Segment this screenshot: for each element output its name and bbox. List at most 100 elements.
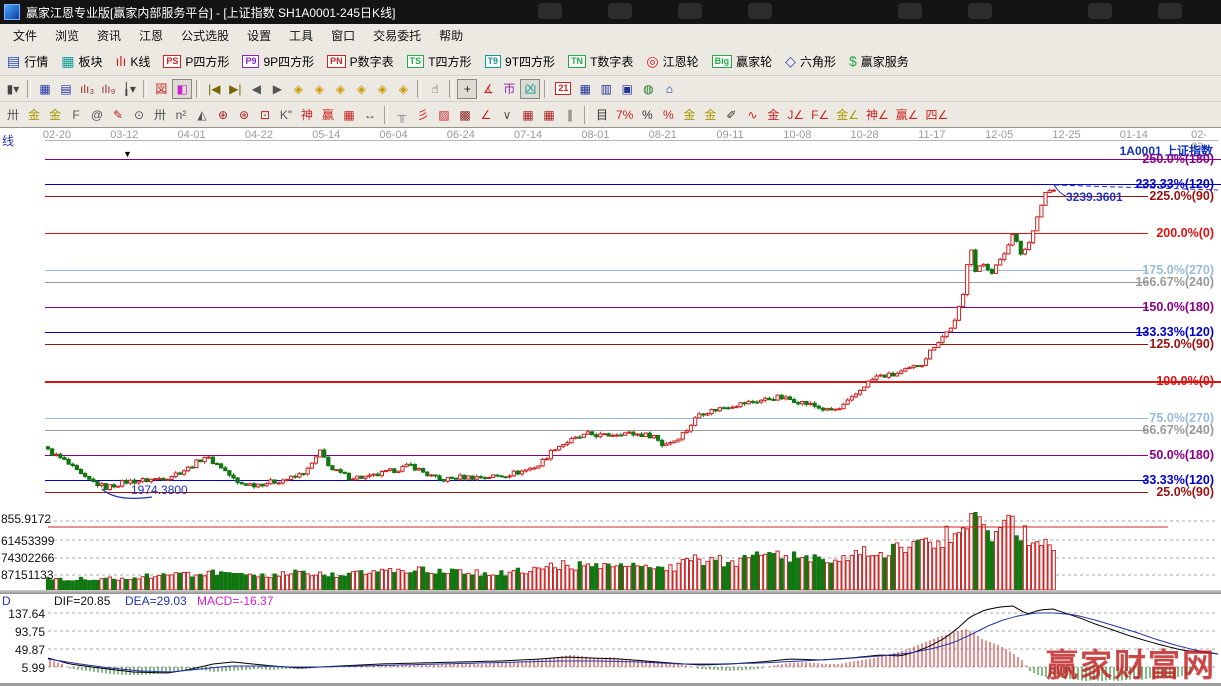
ray-fan-button[interactable]: 彡: [413, 105, 433, 125]
winner-service-button[interactable]: $赢家服务: [845, 51, 916, 72]
pc-sync-button[interactable]: ⌂: [659, 79, 679, 99]
dark-grid-button[interactable]: ▩: [455, 105, 475, 125]
menu-item[interactable]: 浏览: [46, 24, 88, 47]
web-sync-button[interactable]: ◍: [638, 79, 658, 99]
restore-view-button[interactable]: ◈: [393, 79, 413, 99]
ruler-123-button[interactable]: ▦: [339, 105, 359, 125]
percent-7-button[interactable]: 7%: [613, 105, 636, 125]
quotes-button[interactable]: ▤行情: [3, 51, 55, 72]
single-candle-button[interactable]: ╽▾: [119, 79, 139, 99]
menu-item[interactable]: 窗口: [322, 24, 364, 47]
ruler-button[interactable]: 卅: [3, 105, 23, 125]
parallel-lines-button[interactable]: ∥: [560, 105, 580, 125]
j-angle-button[interactable]: J∠: [784, 105, 807, 125]
ink-pen-button[interactable]: ✐: [721, 105, 741, 125]
winner-wheel-button[interactable]: Big赢家轮: [708, 51, 780, 72]
nine-t-square-button[interactable]: T99T四方形: [481, 51, 563, 72]
shen-ruler-button[interactable]: 神: [297, 105, 317, 125]
ying-ruler-button[interactable]: 赢: [318, 105, 338, 125]
t-square-button[interactable]: TST四方形: [403, 51, 479, 72]
span-arrow-button[interactable]: ↔: [360, 105, 380, 125]
shift-left-button[interactable]: ◈: [288, 79, 308, 99]
menu-item[interactable]: 公式选股: [172, 24, 238, 47]
p-square-button[interactable]: PSP四方形: [159, 51, 236, 72]
t-number-table-button[interactable]: TNT数字表: [564, 51, 640, 72]
expand-horizontal-button[interactable]: ◈: [330, 79, 350, 99]
menu-item[interactable]: 资讯: [88, 24, 130, 47]
angle-line-button[interactable]: ∠: [476, 105, 496, 125]
grid-box-2-button[interactable]: ▦: [539, 105, 559, 125]
quote-table-button[interactable]: ▤: [56, 79, 76, 99]
spiral-icon: @: [91, 108, 103, 122]
sectors-button[interactable]: ▦板块: [57, 51, 109, 72]
p-square-icon: PS: [163, 55, 181, 68]
price-levels-button[interactable]: 目: [592, 105, 612, 125]
toolbar-label: K线: [130, 53, 150, 70]
candle-style-button[interactable]: ▮▾: [3, 79, 23, 99]
bars-3-button[interactable]: ılı₃: [77, 79, 97, 99]
percent-button[interactable]: %: [637, 105, 657, 125]
k-count-button[interactable]: K": [276, 105, 296, 125]
menu-item[interactable]: 设置: [238, 24, 280, 47]
angle-measure-button[interactable]: ∡: [478, 79, 498, 99]
time-ruler-button[interactable]: 卅: [150, 105, 170, 125]
gann-wheel-button[interactable]: ◎江恩轮: [642, 51, 705, 72]
gann-grid-button[interactable]: 帀: [499, 79, 519, 99]
go-last-button[interactable]: ▶|: [225, 79, 245, 99]
kline-button[interactable]: ılıK线: [112, 51, 158, 72]
chart-window-button[interactable]: ▦: [35, 79, 55, 99]
square-target-button[interactable]: ⊡: [255, 105, 275, 125]
menu-item[interactable]: 交易委托: [364, 24, 430, 47]
crosshair-button[interactable]: +: [457, 79, 477, 99]
hand-drag-button[interactable]: ☝: [425, 79, 445, 99]
gold-angle-button[interactable]: 金∠: [833, 105, 862, 125]
mirror-fan-button[interactable]: ◭: [192, 105, 212, 125]
menu-item[interactable]: 江恩: [130, 24, 172, 47]
color-volume-button[interactable]: ◧: [172, 79, 192, 99]
compress-horizontal-button[interactable]: ◈: [351, 79, 371, 99]
n-square-button[interactable]: n²: [171, 105, 191, 125]
menu-item[interactable]: 帮助: [430, 24, 472, 47]
percent-line-button[interactable]: %: [658, 105, 678, 125]
zigzag-button[interactable]: ∨: [497, 105, 517, 125]
wave-tool-button[interactable]: 凶: [520, 79, 540, 99]
f-angle-button[interactable]: F∠: [808, 105, 832, 125]
dea-value-label: DEA=29.03: [125, 594, 187, 608]
fan-box-button[interactable]: ▨: [434, 105, 454, 125]
shen-angle-button[interactable]: 神∠: [863, 105, 892, 125]
ab-wave-button[interactable]: ∿: [742, 105, 762, 125]
time-cycle-button[interactable]: ⊙: [129, 105, 149, 125]
calendar-button[interactable]: 21: [552, 79, 574, 99]
spiral-button[interactable]: @: [87, 105, 107, 125]
t-square-tool-button[interactable]: ╥: [392, 105, 412, 125]
step-forward-button[interactable]: ▶: [267, 79, 287, 99]
gold-price-ruler-button[interactable]: 金: [45, 105, 65, 125]
memo-button[interactable]: ▥: [596, 79, 616, 99]
calculator-button[interactable]: ▦: [575, 79, 595, 99]
nine-p-square-button[interactable]: P99P四方形: [238, 51, 321, 72]
gold-circle-button[interactable]: 金: [679, 105, 699, 125]
price-pen-button[interactable]: ✎: [108, 105, 128, 125]
kline-plot-area[interactable]: [45, 140, 1221, 505]
fibonacci-ruler-button[interactable]: F: [66, 105, 86, 125]
circle-cross-button[interactable]: ⊕: [213, 105, 233, 125]
expand-all-button[interactable]: ◈: [372, 79, 392, 99]
step-back-button[interactable]: ◀: [246, 79, 266, 99]
gold-line-button[interactable]: 金: [700, 105, 720, 125]
si-angle-button[interactable]: 四∠: [923, 105, 952, 125]
menu-item[interactable]: 工具: [280, 24, 322, 47]
info-tool-button[interactable]: 図: [151, 79, 171, 99]
hexagon-button[interactable]: ◇六角形: [781, 51, 843, 72]
p-number-table-button[interactable]: PNP数字表: [323, 51, 401, 72]
menu-item[interactable]: 文件: [4, 24, 46, 47]
shift-right-button[interactable]: ◈: [309, 79, 329, 99]
gold-box-button[interactable]: 金: [763, 105, 783, 125]
go-first-button[interactable]: |◀: [204, 79, 224, 99]
ying-angle-button[interactable]: 赢∠: [893, 105, 922, 125]
grid-box-1-button[interactable]: ▦: [518, 105, 538, 125]
wheel-star-button[interactable]: ⊛: [234, 105, 254, 125]
bars-9-button[interactable]: ılı₉: [98, 79, 118, 99]
save-button[interactable]: ▣: [617, 79, 637, 99]
gann-grid-icon: 帀: [503, 80, 515, 97]
gold-ratio-ruler-button[interactable]: 金: [24, 105, 44, 125]
